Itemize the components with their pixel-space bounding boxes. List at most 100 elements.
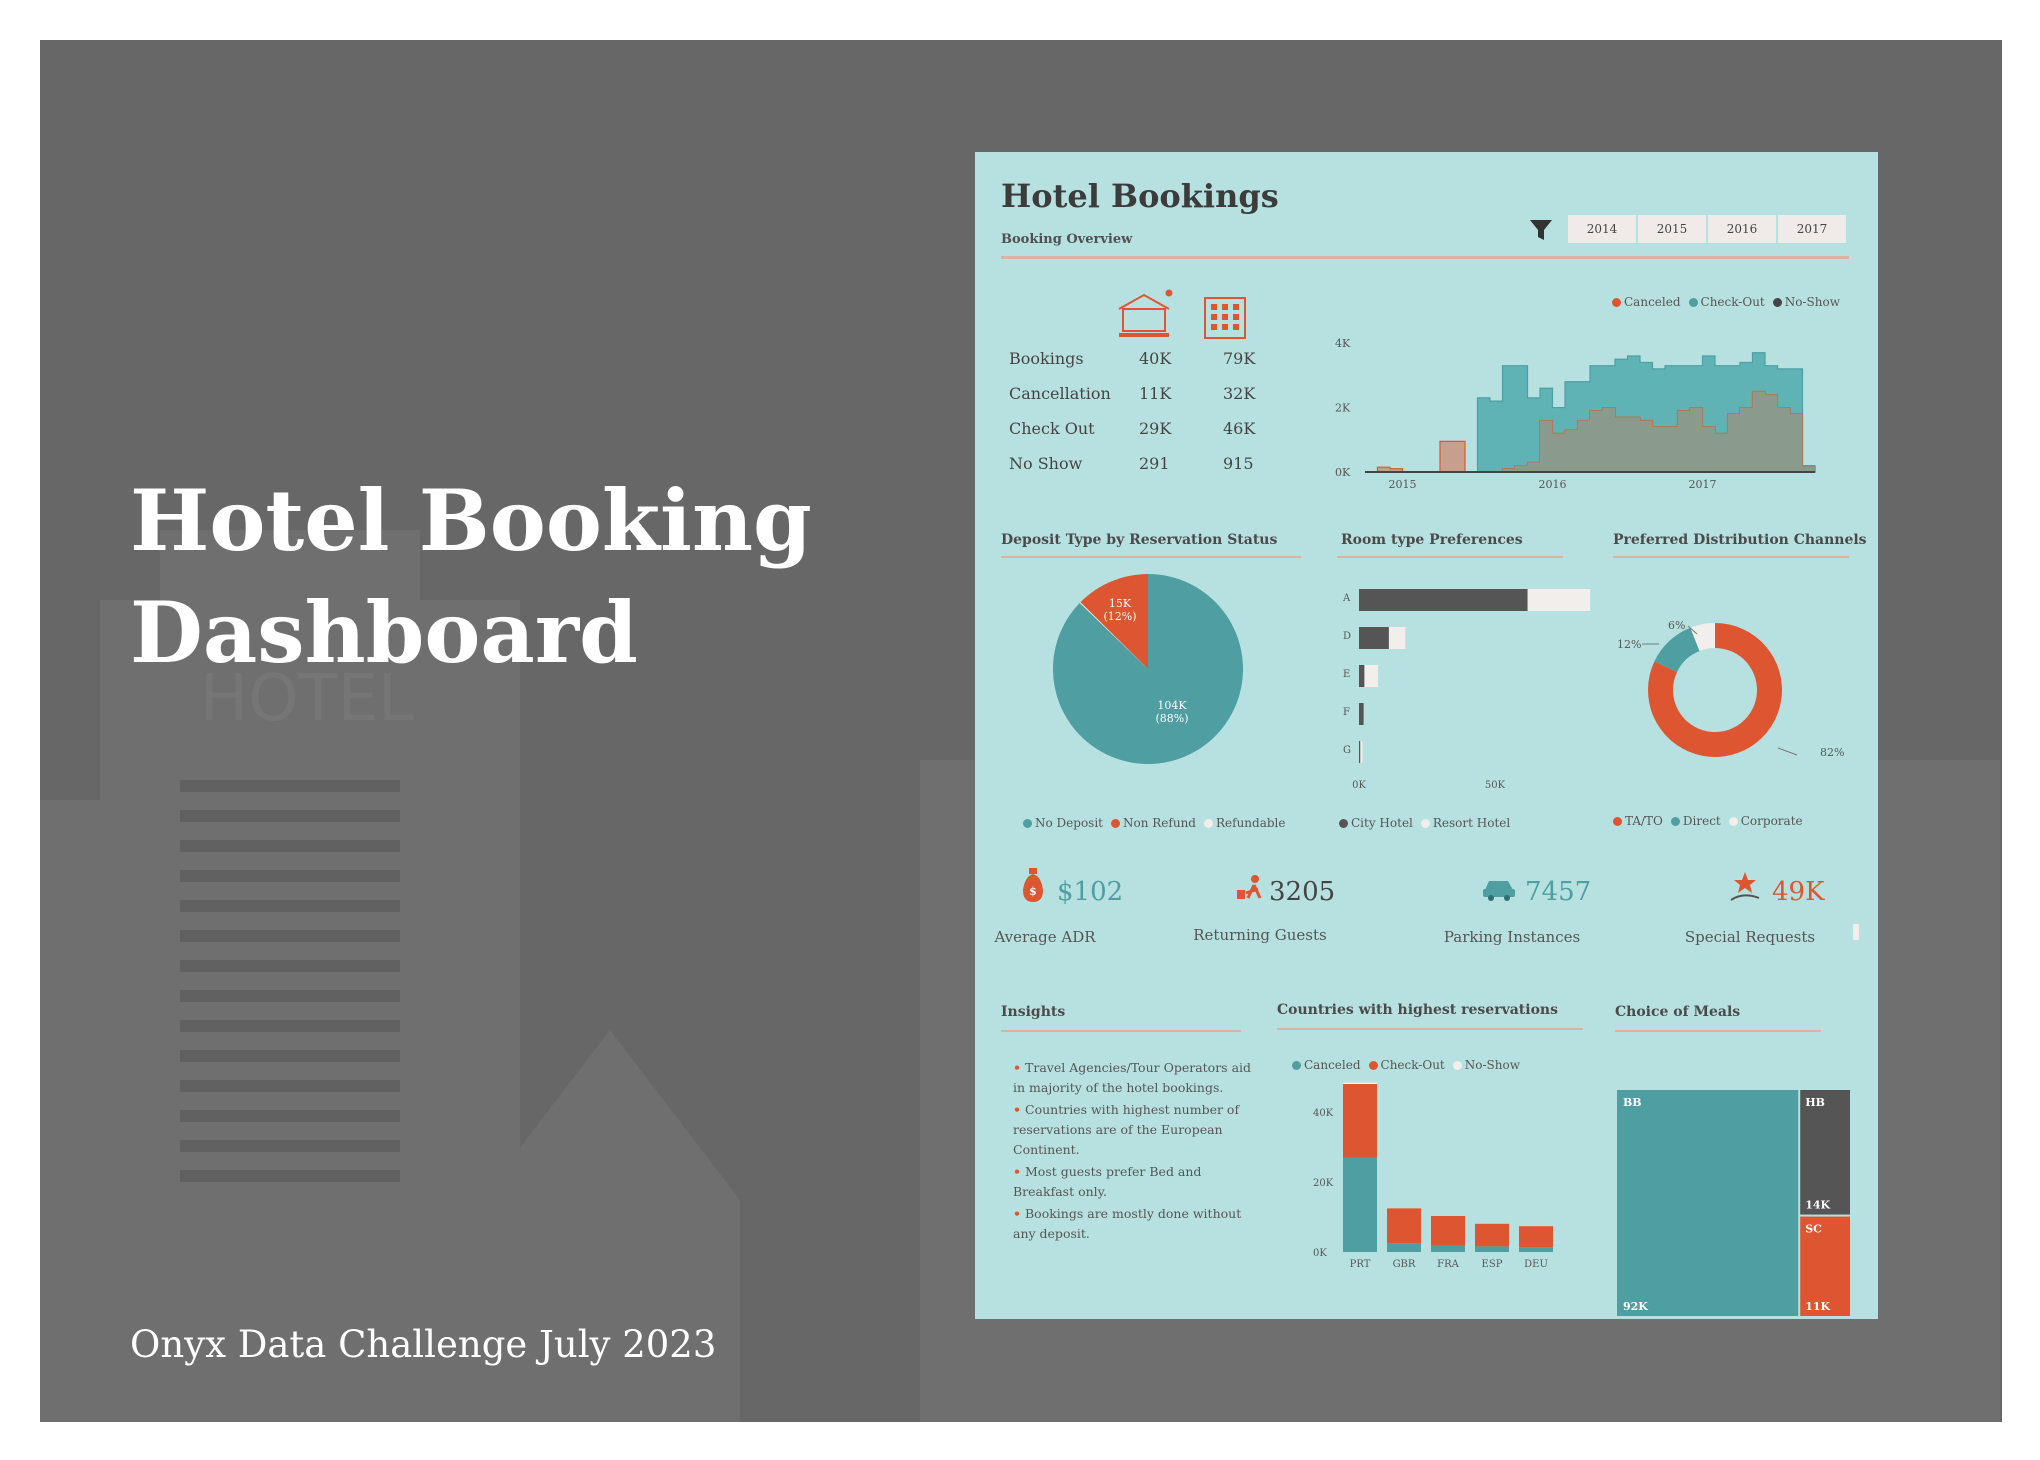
section-divider bbox=[1001, 1030, 1241, 1032]
country-bar-no-show bbox=[1343, 1082, 1377, 1084]
legend-tato: TA/TO bbox=[1613, 814, 1663, 828]
area-y-tick: 0K bbox=[1335, 466, 1351, 479]
kpi-requests-label: Special Requests bbox=[1684, 928, 1816, 946]
countries-y-tick: 0K bbox=[1313, 1248, 1327, 1259]
legend-canceled: Canceled bbox=[1292, 1058, 1361, 1072]
meal-tile-value: 11K bbox=[1805, 1300, 1830, 1313]
kpi-returning-value: 3205 bbox=[1269, 877, 1336, 907]
country-bar-check-out bbox=[1519, 1247, 1553, 1252]
insight-item: • Bookings are mostly done without any de… bbox=[1013, 1206, 1242, 1241]
room-category-label: E bbox=[1343, 669, 1350, 680]
car-icon-wheel bbox=[1488, 895, 1494, 901]
city-hotel-icon-window bbox=[1211, 324, 1217, 330]
section-divider bbox=[1337, 556, 1563, 558]
country-bar-canceled bbox=[1387, 1208, 1421, 1244]
room-bar-city bbox=[1359, 703, 1364, 725]
year-filter: 2014 2015 2016 2017 bbox=[1568, 215, 1846, 243]
kpi-returning-label: Returning Guests bbox=[1193, 926, 1327, 944]
stats-row: Check Out 29K 46K bbox=[1009, 419, 1256, 438]
header-divider bbox=[1001, 256, 1849, 259]
kpi-requests-value: 49K bbox=[1772, 877, 1825, 907]
room-bar-resort bbox=[1360, 741, 1363, 763]
dashboard-subtitle: Booking Overview bbox=[1001, 232, 1133, 247]
country-bar-check-out bbox=[1475, 1246, 1509, 1252]
city-hotel-icon-window bbox=[1211, 304, 1217, 310]
meal-tile-bb bbox=[1617, 1090, 1799, 1316]
section-divider bbox=[1613, 556, 1849, 558]
pie-label: (88%) bbox=[1155, 712, 1188, 725]
country-bar-check-out bbox=[1343, 1157, 1377, 1252]
country-bar-check-out bbox=[1431, 1245, 1465, 1252]
meal-tile-value: 14K bbox=[1805, 1199, 1830, 1212]
section-divider bbox=[1001, 556, 1301, 558]
slide-footer: Onyx Data Challenge July 2023 bbox=[130, 1323, 717, 1366]
room-category-label: D bbox=[1343, 631, 1351, 642]
country-bar-canceled bbox=[1519, 1226, 1553, 1248]
room-x-tick: 50K bbox=[1485, 780, 1506, 791]
traveler-icon-bag bbox=[1237, 890, 1245, 899]
year-button-2015[interactable]: 2015 bbox=[1638, 215, 1706, 243]
star-hand-icon bbox=[1734, 872, 1756, 893]
car-icon-wheel bbox=[1504, 895, 1510, 901]
slide: HOTEL Hotel Booking Dashboard Onyx Data … bbox=[40, 40, 2002, 1422]
area-x-tick: 2016 bbox=[1539, 478, 1567, 491]
year-button-2017[interactable]: 2017 bbox=[1778, 215, 1846, 243]
year-button-2014[interactable]: 2014 bbox=[1568, 215, 1636, 243]
countries-y-tick: 20K bbox=[1313, 1178, 1334, 1189]
dashboard-title: Hotel Bookings bbox=[1001, 177, 1279, 215]
pie-label: 104K bbox=[1157, 699, 1187, 712]
donut-label: 82% bbox=[1820, 746, 1844, 759]
stats-table: Bookings 40K 79K Cancellation 11K 32K Check … bbox=[1009, 349, 1283, 489]
insight-item: • Travel Agencies/Tour Operators aid in m… bbox=[1013, 1060, 1252, 1095]
city-hotel-icon-window bbox=[1233, 324, 1239, 330]
section-channels-title: Preferred Distribution Channels bbox=[1613, 532, 1867, 548]
meal-tile-name: BB bbox=[1623, 1096, 1642, 1109]
traveler-icon-head bbox=[1251, 875, 1259, 883]
meal-tile-value: 92K bbox=[1623, 1300, 1648, 1313]
star-hand-icon-hand bbox=[1730, 894, 1760, 901]
kpi-adr-value: $102 bbox=[1057, 877, 1124, 907]
city-hotel-icon-window bbox=[1222, 304, 1228, 310]
section-meals-title: Choice of Meals bbox=[1615, 1004, 1741, 1020]
legend-non-refund: Non Refund bbox=[1111, 816, 1196, 830]
legend-refundable: Refundable bbox=[1203, 816, 1285, 830]
room-bar-city bbox=[1359, 589, 1528, 611]
resort-hotel-icon-dot bbox=[1165, 289, 1173, 297]
country-label: GBR bbox=[1393, 1259, 1416, 1270]
year-button-2016[interactable]: 2016 bbox=[1708, 215, 1776, 243]
dashboard-panel: 0K 2K 4K 2015 2016 2017 104K (88%) 15K (12%) A D E F G… bbox=[975, 152, 1878, 1319]
car-icon bbox=[1485, 881, 1513, 890]
section-divider bbox=[1277, 1028, 1583, 1030]
kpi-parking-value: 7457 bbox=[1525, 877, 1592, 907]
city-hotel-icon-window bbox=[1222, 324, 1228, 330]
room-bar-city bbox=[1359, 665, 1365, 687]
country-label: DEU bbox=[1524, 1259, 1548, 1270]
kpi-parking-label: Parking Instances bbox=[1443, 928, 1581, 946]
pie-label: 15K bbox=[1109, 597, 1132, 610]
channel-legend: TA/TO Direct Corporate bbox=[1613, 814, 1803, 828]
kpi-adr-label: Average ADR bbox=[994, 928, 1096, 946]
section-countries-title: Countries with highest reservations bbox=[1277, 1002, 1558, 1018]
kpi-decorative-bar bbox=[1853, 924, 1859, 940]
donut-label: 12% bbox=[1617, 638, 1641, 651]
resort-hotel-icon-roof bbox=[1118, 293, 1170, 310]
slide-title: Hotel Booking Dashboard bbox=[130, 465, 812, 689]
room-bar-resort bbox=[1364, 665, 1379, 687]
insight-item: • Countries with highest number of reserv… bbox=[1013, 1102, 1240, 1157]
country-label: ESP bbox=[1482, 1259, 1503, 1270]
legend-city-hotel: City Hotel bbox=[1339, 816, 1413, 830]
city-hotel-icon-window bbox=[1233, 304, 1239, 310]
resort-hotel-icon bbox=[1118, 289, 1173, 337]
room-legend: City Hotel Resort Hotel bbox=[1339, 816, 1510, 830]
country-label: FRA bbox=[1437, 1259, 1459, 1270]
legend-no-show: No-Show bbox=[1452, 1058, 1520, 1072]
city-hotel-icon-window bbox=[1222, 314, 1228, 320]
area-x-tick: 2015 bbox=[1389, 478, 1417, 491]
country-bar-canceled bbox=[1431, 1215, 1465, 1246]
country-label: PRT bbox=[1350, 1259, 1371, 1270]
money-bag-icon-top bbox=[1029, 868, 1037, 874]
meal-tile-name: SC bbox=[1805, 1223, 1822, 1236]
room-bar-city bbox=[1359, 741, 1361, 763]
countries-y-tick: 40K bbox=[1313, 1108, 1334, 1119]
car-icon-body bbox=[1483, 889, 1515, 897]
